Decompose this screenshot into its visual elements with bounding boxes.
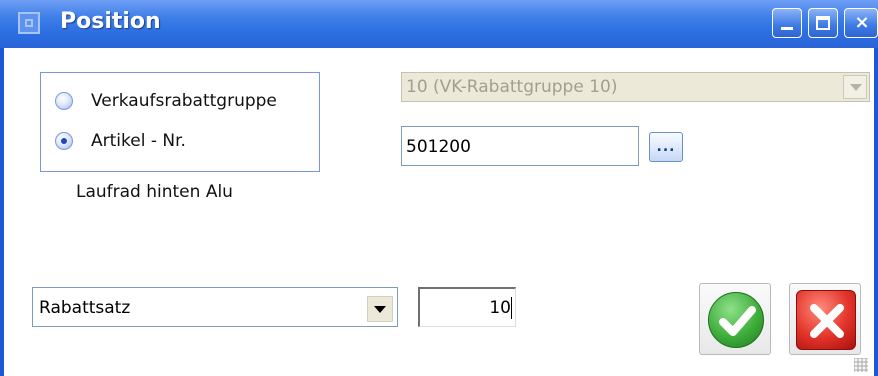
checkmark-icon <box>719 306 756 336</box>
maximize-button[interactable] <box>808 8 838 38</box>
radio-artikel-nr[interactable]: Artikel - Nr. <box>55 129 186 153</box>
window-app-icon <box>18 12 40 34</box>
radio-button-unchecked[interactable] <box>55 92 73 110</box>
text-caret <box>511 297 512 319</box>
rate-type-dropdown[interactable]: Rabattsatz <box>32 287 398 327</box>
close-icon: × <box>854 12 870 33</box>
position-dialog: Position × Verkaufsrabattgruppe Artikel … <box>0 0 878 376</box>
radio-verkaufsrabattgruppe[interactable]: Verkaufsrabattgruppe <box>55 89 277 113</box>
dropdown-arrow-disabled <box>843 75 867 99</box>
cancel-button[interactable] <box>789 283 861 355</box>
selection-radio-group: Verkaufsrabattgruppe Artikel - Nr. <box>40 72 320 172</box>
title-bar[interactable]: Position × <box>0 0 878 48</box>
radio-label-verkaufsrabattgruppe: Verkaufsrabattgruppe <box>91 91 277 111</box>
rate-value: 10 <box>489 298 511 318</box>
radio-button-checked[interactable] <box>55 132 73 150</box>
close-button[interactable]: × <box>844 8 878 38</box>
minimize-icon <box>781 27 793 30</box>
ok-button[interactable] <box>699 283 771 355</box>
rate-type-dropdown-arrow[interactable] <box>367 296 393 322</box>
ok-circle <box>708 292 764 348</box>
article-number-value: 501200 <box>406 137 471 157</box>
article-browse-button[interactable]: ... <box>649 132 683 162</box>
chevron-down-icon <box>850 84 862 91</box>
rate-type-value: Rabattsatz <box>39 298 131 318</box>
discount-group-dropdown: 10 (VK-Rabattgruppe 10) <box>401 72 870 102</box>
chevron-down-icon <box>374 306 386 313</box>
rate-value-input[interactable]: 10 <box>418 287 516 327</box>
cross-icon <box>810 304 844 338</box>
minimize-button[interactable] <box>772 8 802 38</box>
cancel-square <box>796 290 856 350</box>
resize-grip[interactable] <box>854 358 868 372</box>
article-description: Laufrad hinten Alu <box>76 182 233 202</box>
maximize-icon <box>816 16 830 30</box>
ellipsis-icon: ... <box>656 139 676 155</box>
window-title: Position <box>60 9 161 34</box>
radio-label-artikel-nr: Artikel - Nr. <box>91 131 186 151</box>
article-number-input[interactable]: 501200 <box>401 126 639 166</box>
discount-group-value: 10 (VK-Rabattgruppe 10) <box>406 77 618 97</box>
